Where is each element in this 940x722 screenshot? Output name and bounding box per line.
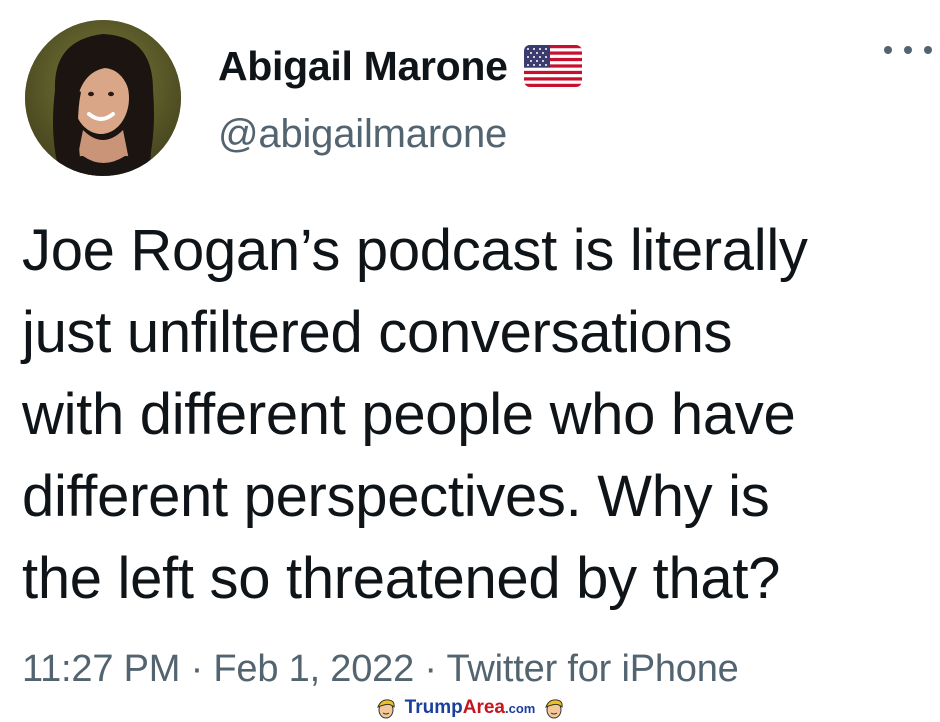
more-icon[interactable] (884, 36, 932, 64)
us-flag-icon (523, 45, 582, 87)
tweet-card: Abigail Marone @abigailmarone Joe Rogan’… (0, 0, 940, 694)
meta-separator: · (414, 648, 447, 690)
author-row: Abigail Marone (218, 40, 582, 92)
more-dot (904, 46, 912, 54)
tweet-time[interactable]: 11:27 PM (22, 648, 180, 690)
display-name[interactable]: Abigail Marone (218, 43, 508, 90)
more-dot (884, 46, 892, 54)
watermark-brand: TrumpArea.com (405, 697, 536, 719)
more-dot (924, 46, 932, 54)
user-handle[interactable]: @abigailmarone (218, 112, 507, 157)
trump-face-icon (545, 699, 563, 719)
avatar[interactable] (25, 20, 181, 176)
meta-separator: · (180, 648, 214, 690)
tweet-date[interactable]: Feb 1, 2022 (213, 648, 414, 690)
watermark-trump: Trump (404, 697, 463, 718)
watermark-com: .com (504, 701, 536, 716)
watermark-area: Area (462, 697, 505, 718)
watermark: TrumpArea.com (0, 694, 940, 722)
tweet-text: Joe Rogan’s podcast is literally just un… (22, 218, 808, 611)
trump-face-icon (376, 699, 395, 719)
tweet-metadata: 11:27 PM · Feb 1, 2022 · Twitter for iPh… (22, 648, 739, 691)
tweet-source[interactable]: Twitter for iPhone (447, 648, 739, 690)
